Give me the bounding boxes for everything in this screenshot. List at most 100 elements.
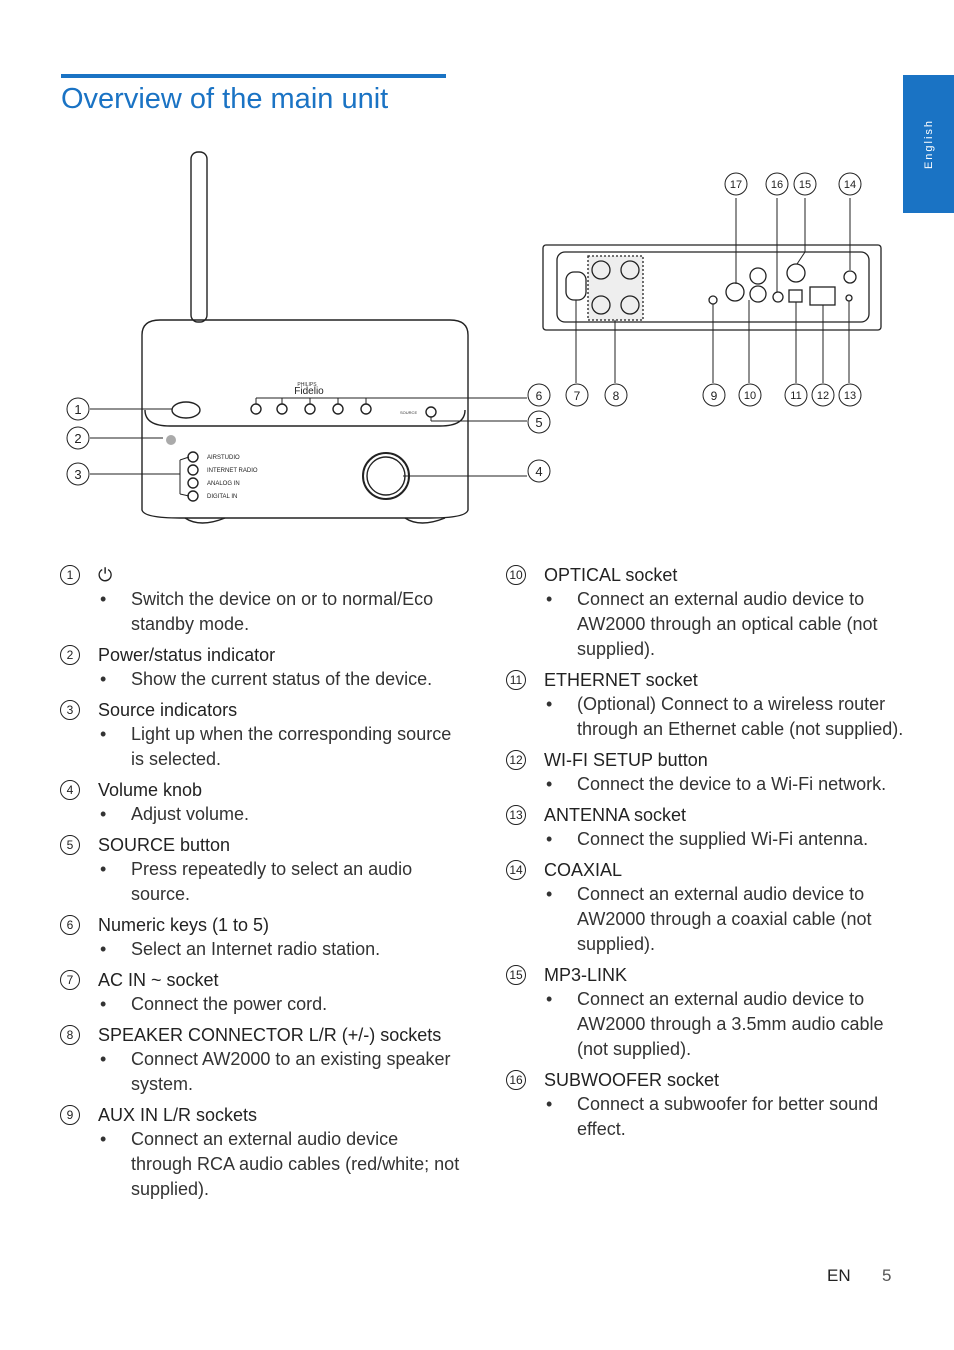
feature-bullet: • Show the current status of the device.: [100, 667, 460, 692]
bullet-text: Connect the supplied Wi-Fi antenna.: [577, 829, 869, 849]
item-number-badge: 14: [506, 860, 526, 880]
coaxial-socket: [786, 263, 806, 283]
callout-number: 13: [844, 390, 856, 402]
rear-unit: [542, 244, 882, 331]
item-number-badge: 9: [60, 1105, 80, 1125]
bullet-text: Connect an external audio device to AW20…: [577, 989, 884, 1059]
item-number-badge: 7: [60, 970, 80, 990]
feature-item: 11 ETHERNET socket • (Optional) Connect to …: [506, 668, 906, 742]
feature-bullet: • Connect an external audio device throug…: [100, 1127, 460, 1202]
feature-item: 10 OPTICAL socket • Connect an external aud…: [506, 563, 906, 662]
callout-number: 12: [817, 390, 829, 402]
feature-title: Power/status indicator: [98, 645, 276, 665]
feature-title: OPTICAL socket: [544, 565, 678, 585]
callout-number: 4: [535, 464, 542, 479]
feature-bullet: • Connect an external audio device to AW2…: [546, 587, 906, 662]
callout-number: 11: [790, 390, 801, 402]
antenna-socket: [843, 270, 857, 284]
bullet-text: Show the current status of the device.: [131, 669, 433, 689]
indicator-label: AIRSTUDIO: [207, 455, 240, 461]
feature-heading: 15 MP3-LINK: [506, 963, 906, 987]
item-number-badge: 13: [506, 805, 526, 825]
bullet-dot: •: [546, 694, 553, 714]
feature-item: 5 SOURCE button • Press repeatedly to selec…: [60, 833, 460, 907]
callout-number: 2: [74, 431, 81, 446]
feature-item: 13 ANTENNA socket • Connect the supplied Wi…: [506, 803, 906, 852]
bullet-text: Connect an external audio device through…: [131, 1129, 460, 1199]
feature-item: 8 SPEAKER CONNECTOR L/R (+/-) sockets • Con…: [60, 1023, 460, 1097]
callout-number: 15: [799, 179, 811, 191]
feature-bullet: • (Optional) Connect to a wireless router…: [546, 692, 906, 742]
indicator-label: ANALOG IN: [207, 481, 240, 487]
status-led: [166, 435, 176, 445]
callout-number: 16: [771, 179, 783, 191]
power-button-shape: [171, 401, 201, 419]
feature-item: 2 Power/status indicator • Show the current…: [60, 643, 460, 692]
optical-socket: [788, 289, 803, 303]
bullet-dot: •: [100, 859, 107, 879]
bullet-text: Adjust volume.: [131, 804, 250, 824]
bullet-text: Select an Internet radio station.: [131, 939, 381, 959]
item-number-badge: 3: [60, 700, 80, 720]
callout-number: 5: [535, 415, 542, 430]
bullet-dot: •: [100, 939, 107, 959]
feature-heading: 5 SOURCE button: [60, 833, 460, 857]
feature-title: ETHERNET socket: [544, 670, 698, 690]
numeric-keys: [250, 403, 372, 415]
front-unit: [141, 151, 469, 524]
callout-number: 9: [711, 389, 718, 403]
feature-title: Volume knob: [98, 780, 203, 800]
subwoofer-socket: [725, 282, 745, 302]
feature-bullet: • Adjust volume.: [100, 802, 460, 827]
front-body: [141, 319, 469, 519]
feature-heading: 16 SUBWOOFER socket: [506, 1068, 906, 1092]
callout-number: 1: [74, 402, 81, 417]
feature-title: AC IN ~ socket: [98, 970, 219, 990]
bullet-text: Connect AW2000 to an existing speaker sy…: [131, 1049, 451, 1094]
callout-number: 7: [574, 389, 581, 403]
page-title: Overview of the main unit: [61, 83, 389, 115]
bullet-dot: •: [100, 994, 107, 1014]
feature-title: ANTENNA socket: [544, 805, 687, 825]
aux-in-r-socket: [749, 267, 767, 285]
feature-title: ⏻: [98, 565, 113, 585]
item-number-badge: 6: [60, 915, 80, 935]
feature-bullet: • Connect an external audio device to AW2…: [546, 882, 906, 957]
source-label: SOURCE: [400, 410, 417, 415]
bullet-dot: •: [546, 774, 553, 794]
front-callout-numbers: 1 2 3 4 5: [66, 397, 551, 486]
feature-heading: 13 ANTENNA socket: [506, 803, 906, 827]
ethernet-socket: [809, 286, 836, 306]
feature-item: 9 AUX IN L/R sockets • Connect an external …: [60, 1103, 460, 1202]
feature-title: COAXIAL: [544, 860, 623, 880]
feature-heading: 3 Source indicators: [60, 698, 460, 722]
rear-callout-numbers: 6 7 8 9 10 11 12 13 17 16 15 14: [527, 172, 862, 407]
speaker-connector: [587, 255, 644, 321]
feature-heading: 8 SPEAKER CONNECTOR L/R (+/-) sockets: [60, 1023, 460, 1047]
bullet-text: Connect the power cord.: [131, 994, 328, 1014]
feature-title: SUBWOOFER socket: [544, 1070, 720, 1090]
feature-item: 7 AC IN ~ socket • Connect the power cord.: [60, 968, 460, 1017]
page-number: 5: [882, 1266, 892, 1285]
feature-item: 16 SUBWOOFER socket • Connect a subwoofer f…: [506, 1068, 906, 1142]
bullet-dot: •: [546, 829, 553, 849]
bullet-text: Press repeatedly to select an audio sour…: [131, 859, 413, 904]
bullet-dot: •: [100, 804, 107, 824]
feature-title: SOURCE button: [98, 835, 231, 855]
item-number-badge: 8: [60, 1025, 80, 1045]
callout-number: 6: [536, 389, 543, 403]
feature-bullet: • Connect an external audio device to AW2…: [546, 987, 906, 1062]
bullet-text: Switch the device on or to normal/Eco st…: [131, 589, 434, 634]
feature-item: 1 ⏻ • Switch the device on or to normal/Eco…: [60, 563, 460, 637]
item-number-badge: 1: [60, 565, 80, 585]
feature-heading: 9 AUX IN L/R sockets: [60, 1103, 460, 1127]
feature-heading: 12 WI-FI SETUP button: [506, 748, 906, 772]
bullet-dot: •: [100, 724, 107, 744]
bullet-text: (Optional) Connect to a wireless router …: [577, 694, 904, 739]
callout-number: 14: [844, 179, 856, 191]
feature-bullet: • Connect the supplied Wi-Fi antenna.: [546, 827, 906, 852]
feature-bullet: • Light up when the corresponding source …: [100, 722, 460, 772]
bullet-dot: •: [546, 589, 553, 609]
source-button-shape: [425, 406, 437, 418]
bullet-text: Light up when the corresponding source i…: [131, 724, 452, 769]
